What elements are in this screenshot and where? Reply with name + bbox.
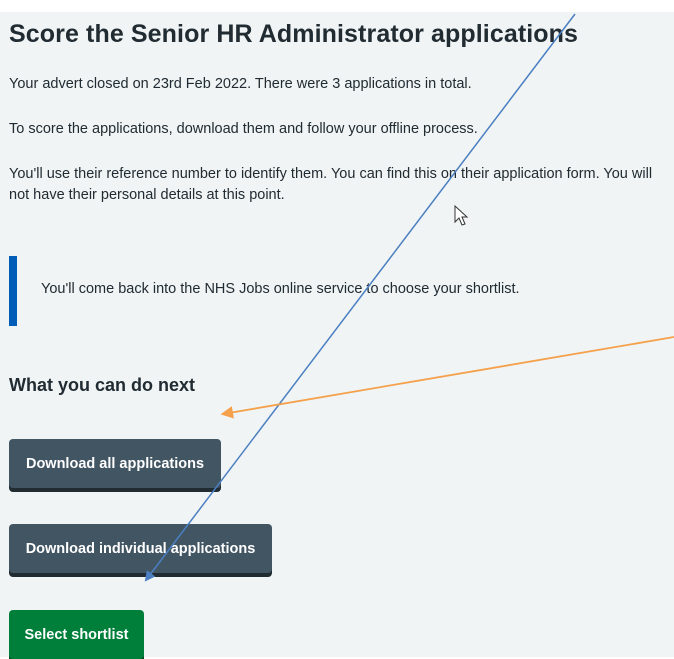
download-individual-applications-button[interactable]: Download individual applications (9, 524, 272, 573)
inset-accent-bar (9, 256, 17, 326)
reference-number-text: You'll use their reference number to ide… (9, 166, 653, 203)
next-steps-heading: What you can do next (9, 375, 196, 395)
select-shortlist-button[interactable]: Select shortlist (9, 610, 144, 659)
download-all-applications-button[interactable]: Download all applications (9, 439, 221, 488)
inset-panel: You'll come back into the NHS Jobs onlin… (9, 256, 664, 326)
page-title: Score the Senior HR Administrator applic… (9, 20, 579, 48)
score-instructions-text: To score the applications, download them… (9, 121, 478, 137)
inset-text: You'll come back into the NHS Jobs onlin… (41, 281, 520, 297)
advert-closed-text: Your advert closed on 23rd Feb 2022. The… (9, 76, 472, 92)
